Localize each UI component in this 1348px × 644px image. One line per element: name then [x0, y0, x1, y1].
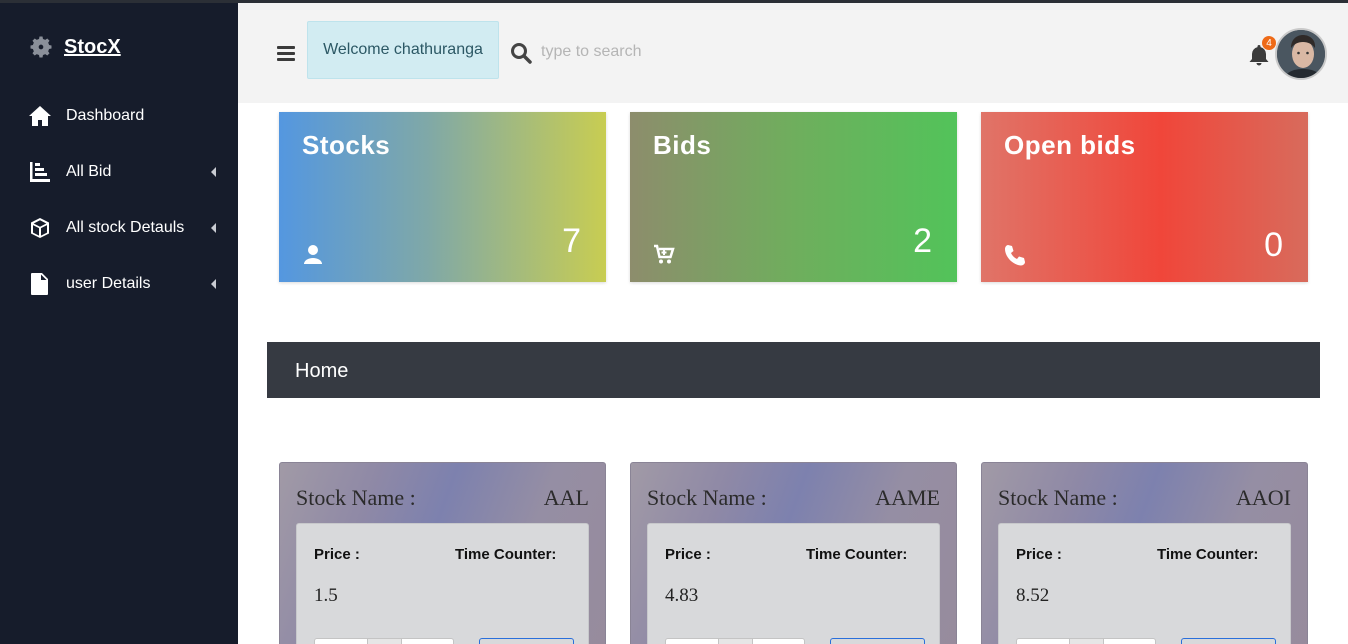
stat-value: 0 — [1264, 226, 1283, 264]
chart-bar-icon — [28, 160, 52, 184]
file-icon — [28, 272, 52, 296]
section-header: Home — [267, 342, 1320, 398]
caret-left-icon — [211, 279, 216, 289]
top-header: Welcome chathuranga 4 — [238, 3, 1348, 103]
brand-name: StocX — [64, 35, 121, 58]
sidebar-item-all-stock-details[interactable]: All stock Detauls — [28, 208, 218, 248]
sidebar-item-label: All stock Detauls — [66, 219, 185, 236]
stock-card: Stock Name : AAL Price : Time Counter: 1… — [279, 462, 606, 644]
bid-button[interactable] — [479, 638, 574, 644]
price-label: Price : — [314, 546, 360, 563]
stat-value: 2 — [913, 222, 932, 260]
stat-card-open-bids[interactable]: Open bids 0 — [981, 112, 1308, 282]
time-counter-label: Time Counter: — [455, 546, 557, 563]
stock-code: AAME — [875, 485, 940, 510]
welcome-banner: Welcome chathuranga — [307, 21, 499, 79]
notification-badge: 4 — [1262, 36, 1276, 50]
stat-title: Bids — [653, 130, 712, 160]
stock-code: AAOI — [1236, 485, 1291, 510]
stat-title: Stocks — [302, 130, 391, 160]
stat-card-bids[interactable]: Bids 2 — [630, 112, 957, 282]
sidebar-item-label: All Bid — [66, 163, 112, 180]
stock-name-label: Stock Name : — [998, 485, 1118, 510]
sidebar-item-user-details[interactable]: user Details — [28, 264, 218, 304]
stock-details: Price : Time Counter: 1.5 — [296, 523, 589, 644]
stat-value: 7 — [562, 222, 581, 260]
sidebar-item-label: Dashboard — [66, 107, 145, 124]
bid-button[interactable] — [1181, 638, 1276, 644]
bid-input-group[interactable] — [314, 638, 454, 644]
stock-code: AAL — [543, 485, 589, 510]
search-input[interactable] — [541, 37, 841, 67]
brand[interactable]: StocX — [27, 33, 121, 61]
gear-icon — [30, 36, 52, 58]
cart-icon — [654, 244, 675, 264]
section-title: Home — [295, 360, 349, 382]
sidebar-item-dashboard[interactable]: Dashboard — [28, 96, 218, 136]
search-icon[interactable] — [509, 41, 533, 65]
stock-card: Stock Name : AAOI Price : Time Counter: … — [981, 462, 1308, 644]
box-icon — [28, 216, 52, 240]
price-value: 1.5 — [314, 585, 338, 606]
bid-input-group[interactable] — [1016, 638, 1156, 644]
stock-card: Stock Name : AAME Price : Time Counter: … — [630, 462, 957, 644]
sidebar-item-label: user Details — [66, 275, 151, 292]
sidebar-item-all-bid[interactable]: All Bid — [28, 152, 218, 192]
stock-name-label: Stock Name : — [296, 485, 416, 510]
price-value: 8.52 — [1016, 585, 1050, 606]
time-counter-label: Time Counter: — [1157, 546, 1259, 563]
stat-card-stocks[interactable]: Stocks 7 — [279, 112, 606, 282]
home-icon — [28, 104, 52, 128]
menu-toggle-icon[interactable] — [277, 46, 295, 62]
time-counter-label: Time Counter: — [806, 546, 908, 563]
stock-details: Price : Time Counter: 8.52 — [998, 523, 1291, 644]
price-label: Price : — [1016, 546, 1062, 563]
bid-button[interactable] — [830, 638, 925, 644]
sidebar: StocX Dashboard All Bid All stock Detaul… — [0, 3, 238, 644]
stock-details: Price : Time Counter: 4.83 — [647, 523, 940, 644]
phone-icon — [1005, 245, 1025, 266]
price-label: Price : — [665, 546, 711, 563]
stat-title: Open bids — [1004, 130, 1136, 160]
avatar[interactable] — [1275, 28, 1327, 80]
bid-input-group[interactable] — [665, 638, 805, 644]
user-icon — [304, 245, 322, 264]
price-value: 4.83 — [665, 585, 699, 606]
caret-left-icon — [211, 223, 216, 233]
stock-name-label: Stock Name : — [647, 485, 767, 510]
caret-left-icon — [211, 167, 216, 177]
